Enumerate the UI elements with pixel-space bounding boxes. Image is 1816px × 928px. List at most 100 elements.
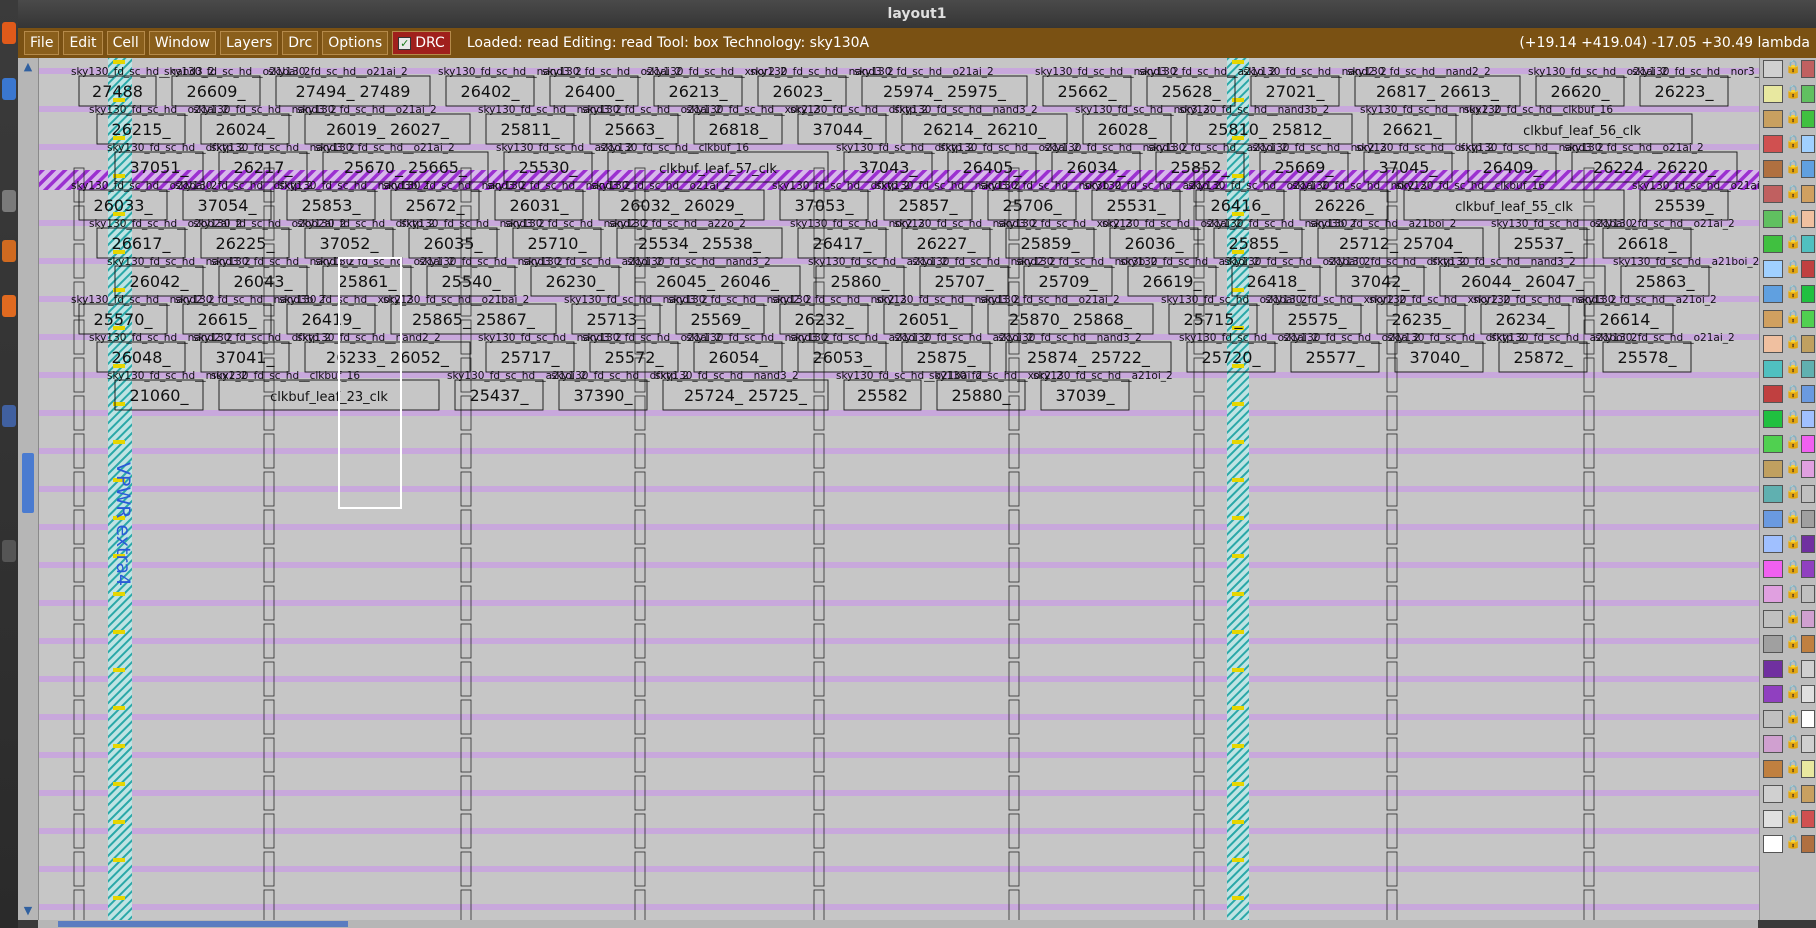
layer-swatch[interactable] (1763, 60, 1783, 78)
layer-swatch[interactable] (1763, 785, 1783, 803)
layer-swatch-secondary[interactable] (1801, 310, 1815, 328)
layer-swatch-secondary[interactable] (1801, 285, 1815, 303)
layer-swatch-secondary[interactable] (1801, 160, 1815, 178)
lock-icon[interactable]: 🔒 (1785, 785, 1801, 801)
layer-swatch-secondary[interactable] (1801, 635, 1815, 653)
layer-swatch-secondary[interactable] (1801, 110, 1815, 128)
layer-swatch[interactable] (1763, 110, 1783, 128)
layer-swatch-secondary[interactable] (1801, 610, 1815, 628)
std-cell[interactable]: sky130_fd_sc_hd__o21ai_2 26618_ (1595, 218, 1735, 259)
lock-icon[interactable]: 🔒 (1785, 585, 1801, 601)
drc-toggle[interactable]: ✓ DRC (392, 31, 451, 55)
layer-swatch[interactable] (1763, 335, 1783, 353)
lock-icon[interactable]: 🔒 (1785, 60, 1801, 76)
layer-swatch[interactable] (1763, 85, 1783, 103)
layer-swatch[interactable] (1763, 535, 1783, 553)
lock-icon[interactable]: 🔒 (1785, 85, 1801, 101)
layer-swatch[interactable] (1763, 585, 1783, 603)
layer-swatch[interactable] (1763, 460, 1783, 478)
menu-window[interactable]: Window (148, 31, 216, 55)
layer-swatch-secondary[interactable] (1801, 210, 1815, 228)
layer-swatch[interactable] (1763, 485, 1783, 503)
layer-swatch[interactable] (1763, 635, 1783, 653)
lock-icon[interactable]: 🔒 (1785, 835, 1801, 851)
layer-swatch-secondary[interactable] (1801, 510, 1815, 528)
lock-icon[interactable]: 🔒 (1785, 460, 1801, 476)
arrow-down-icon[interactable]: ▼ (21, 904, 35, 918)
lock-icon[interactable]: 🔒 (1785, 610, 1801, 626)
layer-swatch-secondary[interactable] (1801, 735, 1815, 753)
layer-swatch-secondary[interactable] (1801, 435, 1815, 453)
vertical-scrollbar[interactable]: ▲ ▼ (18, 58, 39, 920)
layer-swatch-secondary[interactable] (1801, 585, 1815, 603)
horizontal-scrollbar[interactable] (38, 920, 1758, 928)
lock-icon[interactable]: 🔒 (1785, 485, 1801, 501)
menu-drc[interactable]: Drc (282, 31, 319, 55)
lock-icon[interactable]: 🔒 (1785, 135, 1801, 151)
lock-icon[interactable]: 🔒 (1785, 210, 1801, 226)
menu-edit[interactable]: Edit (63, 31, 103, 55)
office-icon[interactable] (2, 240, 16, 262)
layer-swatch[interactable] (1763, 685, 1783, 703)
std-cell[interactable]: sky130_fd_sc_hd__o21ai_2 25578_ (1595, 332, 1735, 373)
layer-swatch[interactable] (1763, 210, 1783, 228)
layer-swatch-secondary[interactable] (1801, 835, 1815, 853)
lock-icon[interactable]: 🔒 (1785, 285, 1801, 301)
layer-swatch-secondary[interactable] (1801, 135, 1815, 153)
lock-icon[interactable]: 🔒 (1785, 735, 1801, 751)
layer-swatch[interactable] (1763, 660, 1783, 678)
layer-swatch-secondary[interactable] (1801, 385, 1815, 403)
layer-swatch-secondary[interactable] (1801, 85, 1815, 103)
lock-icon[interactable]: 🔒 (1785, 110, 1801, 126)
lock-icon[interactable]: 🔒 (1785, 235, 1801, 251)
layer-swatch-secondary[interactable] (1801, 760, 1815, 778)
layer-swatch[interactable] (1763, 360, 1783, 378)
lock-icon[interactable]: 🔒 (1785, 160, 1801, 176)
lock-icon[interactable]: 🔒 (1785, 710, 1801, 726)
layer-swatch[interactable] (1763, 185, 1783, 203)
arrow-up-icon[interactable]: ▲ (21, 60, 35, 74)
software-icon[interactable] (2, 295, 16, 317)
files-icon[interactable] (2, 190, 16, 212)
layer-swatch[interactable] (1763, 810, 1783, 828)
std-cell[interactable]: sky130_fd_sc_hd__nand3b_2 25810_ 25812_ (1179, 104, 1353, 145)
lock-icon[interactable]: 🔒 (1785, 760, 1801, 776)
ubuntu-dash-icon[interactable] (2, 22, 16, 44)
layer-swatch[interactable] (1763, 710, 1783, 728)
lock-icon[interactable]: 🔒 (1785, 435, 1801, 451)
lock-icon[interactable]: 🔒 (1785, 410, 1801, 426)
lock-icon[interactable]: 🔒 (1785, 535, 1801, 551)
lock-icon[interactable]: 🔒 (1785, 560, 1801, 576)
lock-icon[interactable]: 🔒 (1785, 510, 1801, 526)
layer-swatch-secondary[interactable] (1801, 60, 1815, 78)
layer-swatch[interactable] (1763, 160, 1783, 178)
layer-swatch-secondary[interactable] (1801, 335, 1815, 353)
layer-swatch-secondary[interactable] (1801, 360, 1815, 378)
lock-icon[interactable]: 🔒 (1785, 310, 1801, 326)
std-cell[interactable]: sky130_fd_sc_hd__a21boi_2 25863_ (1613, 256, 1759, 297)
layer-swatch[interactable] (1763, 735, 1783, 753)
layer-swatch-secondary[interactable] (1801, 260, 1815, 278)
layer-swatch-secondary[interactable] (1801, 460, 1815, 478)
layer-swatch-secondary[interactable] (1801, 685, 1815, 703)
std-cell[interactable]: sky130_fd_sc_hd__nor3_2 26223_ (1632, 66, 1760, 107)
layer-swatch[interactable] (1763, 235, 1783, 253)
layer-swatch[interactable] (1763, 135, 1783, 153)
layer-swatch[interactable] (1763, 510, 1783, 528)
layer-swatch-secondary[interactable] (1801, 660, 1815, 678)
layer-swatch-secondary[interactable] (1801, 185, 1815, 203)
layer-swatch-secondary[interactable] (1801, 710, 1815, 728)
lock-icon[interactable]: 🔒 (1785, 185, 1801, 201)
layer-swatch[interactable] (1763, 310, 1783, 328)
vertical-scroll-thumb[interactable] (22, 453, 34, 513)
layer-swatch[interactable] (1763, 285, 1783, 303)
lock-icon[interactable]: 🔒 (1785, 385, 1801, 401)
layer-swatch[interactable] (1763, 435, 1783, 453)
layout-drawing[interactable]: sky130_fd_sc_hd__nand3_2 27488 sky130_fd_s… (39, 58, 1760, 920)
lock-icon[interactable]: 🔒 (1785, 660, 1801, 676)
menu-options[interactable]: Options (322, 31, 389, 55)
layer-swatch[interactable] (1763, 835, 1783, 853)
terminal-icon[interactable] (2, 405, 16, 427)
std-cell[interactable]: sky130_fd_sc_hd__a21oi_2 37039_ (1033, 370, 1173, 411)
layer-swatch-secondary[interactable] (1801, 535, 1815, 553)
